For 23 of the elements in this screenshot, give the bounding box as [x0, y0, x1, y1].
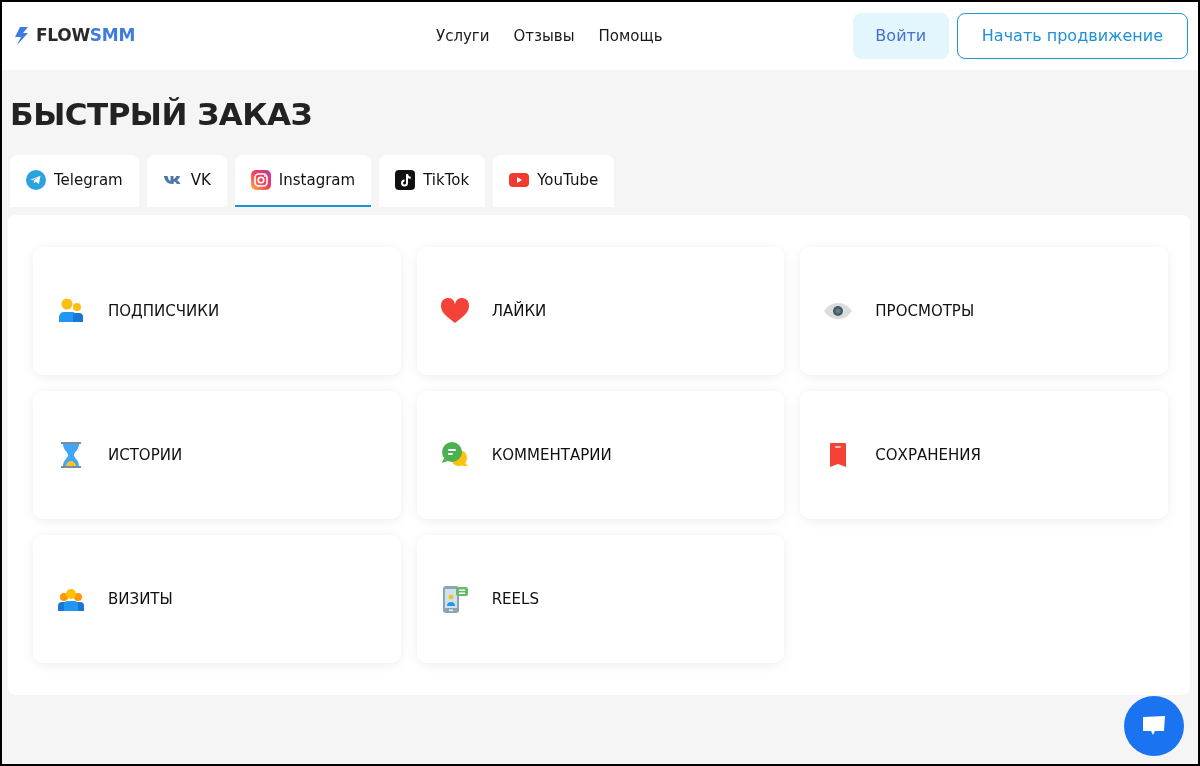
nav-link[interactable]: Услуги — [436, 24, 490, 48]
platform-tab[interactable]: Telegram — [10, 155, 139, 208]
page-heading: БЫСТРЫЙ ЗАКАЗ — [10, 96, 314, 134]
telegram-icon — [26, 170, 46, 191]
service-card[interactable]: ЛАЙКИ — [416, 247, 785, 376]
service-card[interactable]: ВИЗИТЫ — [33, 535, 401, 664]
platform-tab[interactable]: YouTube — [493, 155, 615, 208]
logo-text[interactable]: FLOWSMM — [36, 23, 136, 49]
platform-tab[interactable]: Instagram — [234, 155, 372, 208]
platform-tab[interactable]: TikTok — [379, 155, 486, 208]
service-card[interactable]: СОХРАНЕНИЯ — [800, 391, 1168, 520]
nav-link[interactable]: Отзывы — [513, 24, 575, 48]
platform-tab[interactable]: VK — [146, 155, 227, 208]
login-button[interactable]: Войти — [852, 13, 949, 59]
camera-icon — [250, 170, 271, 191]
chat-button[interactable] — [1124, 696, 1184, 756]
music-note-icon — [395, 170, 416, 191]
nav-link[interactable]: Помощь — [598, 24, 663, 48]
service-card[interactable]: ПРОСМОТРЫ — [800, 247, 1168, 376]
service-card[interactable]: ИСТОРИИ — [33, 391, 401, 520]
service-card[interactable]: КОММЕНТАРИИ — [416, 391, 785, 520]
service-card[interactable]: REELS — [416, 535, 785, 664]
service-card[interactable]: ПОДПИСЧИКИ — [33, 247, 401, 376]
